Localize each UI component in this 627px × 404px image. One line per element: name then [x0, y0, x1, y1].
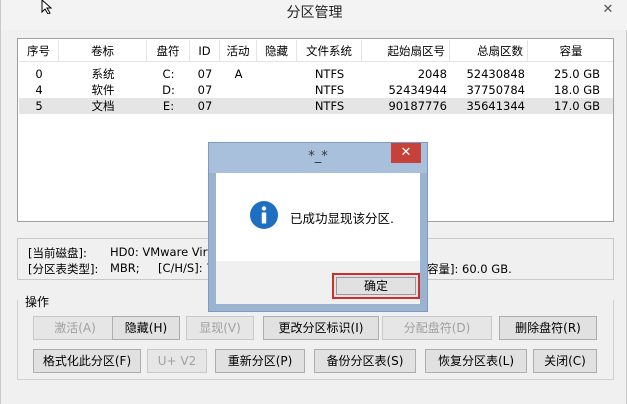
dialog-message: 已成功显现该分区.: [290, 211, 394, 226]
change-partition-id-button[interactable]: 更改分区标识(I): [263, 316, 379, 340]
cell-capacity: 17.0 GB: [553, 99, 600, 113]
dialog-footer: 确定: [216, 261, 420, 304]
cell-drive: D:: [162, 83, 175, 97]
remove-drive-letter-button[interactable]: 删除盘符(R): [499, 316, 597, 340]
show-button[interactable]: 显现(V): [186, 316, 254, 340]
cell-index: 0: [35, 67, 43, 81]
backup-partition-table-button[interactable]: 备份分区表(S): [314, 349, 416, 373]
cell-label: 软件: [91, 83, 115, 97]
table-row-selected[interactable]: 5 文档 E: 07 NTFS 90187776 35641344 17.0 G…: [19, 98, 613, 114]
cell-total-sectors: 52430848: [466, 67, 525, 81]
cell-id: 07: [197, 99, 213, 113]
cell-total-sectors: 37750784: [466, 83, 525, 97]
restore-partition-table-button[interactable]: 恢复分区表(L): [425, 349, 527, 373]
current-disk-label: [当前磁盘]:: [28, 246, 87, 260]
table-row[interactable]: 0 系统 C: 07 A NTFS 2048 52430848 25.0 GB: [19, 66, 613, 82]
cell-drive: C:: [162, 67, 175, 81]
cell-hidden: [257, 66, 297, 82]
dialog-close-icon[interactable]: ✕: [391, 143, 421, 163]
cell-start-sector: 52434944: [388, 83, 447, 97]
mouse-cursor-icon: [41, 0, 53, 14]
col-header-index[interactable]: 序号: [19, 40, 59, 62]
window-title: 分区管理: [286, 5, 343, 21]
cell-drive: E:: [162, 99, 175, 113]
cell-active: A: [234, 67, 243, 81]
cell-filesystem: NTFS: [314, 99, 345, 113]
ok-button[interactable]: 确定: [332, 273, 420, 299]
cell-label: 文档: [91, 99, 115, 113]
table-row[interactable]: 4 软件 D: 07 NTFS 52434944 37750784 18.0 G…: [19, 82, 613, 98]
assign-drive-letter-button[interactable]: 分配盘符(D): [382, 316, 492, 340]
col-header-filesystem[interactable]: 文件系统: [297, 40, 362, 62]
cell-label: 系统: [91, 67, 115, 81]
cell-active: [220, 98, 257, 114]
table-header: 序号 卷标 盘符 ID 活动 隐藏 文件系统 起始扇区号 总扇区数 容量: [19, 40, 613, 62]
partition-manager-window: 分区管理 ✕ 序号 卷标 盘符 ID 活动 隐藏 文件系统 起始扇区号 总扇区数…: [0, 0, 627, 404]
cell-start-sector: 90187776: [388, 99, 447, 113]
cell-capacity: 18.0 GB: [553, 83, 600, 97]
cell-hidden: [257, 98, 297, 114]
disk-capacity-value: 容量]: 60.0 GB.: [427, 262, 512, 276]
partition-table-type-label: [分区表类型]:: [28, 262, 99, 276]
title-bar: 分区管理 ✕: [1, 0, 627, 30]
cell-filesystem: NTFS: [314, 67, 345, 81]
message-dialog: *_* ✕ 已成功显现该分区. 确定: [208, 142, 428, 312]
cell-index: 5: [35, 99, 43, 113]
activate-button[interactable]: 激活(A): [33, 316, 117, 340]
window-close-icon[interactable]: ✕: [600, 2, 616, 18]
col-header-label[interactable]: 卷标: [59, 40, 147, 62]
cell-active: [220, 82, 257, 98]
close-button[interactable]: 关闭(C): [533, 349, 597, 373]
cell-start-sector: 2048: [417, 67, 447, 81]
cell-id: 07: [197, 67, 213, 81]
col-header-capacity[interactable]: 容量: [528, 40, 614, 62]
partition-table-type-value: MBR;: [110, 261, 140, 275]
col-header-id[interactable]: ID: [190, 40, 220, 62]
repartition-button[interactable]: 重新分区(P): [215, 349, 305, 373]
col-header-active[interactable]: 活动: [220, 40, 257, 62]
col-header-drive[interactable]: 盘符: [147, 40, 190, 62]
cell-id: 07: [197, 83, 213, 97]
cell-hidden: [257, 82, 297, 98]
col-header-total-sectors[interactable]: 总扇区数: [450, 40, 528, 62]
format-partition-button[interactable]: 格式化此分区(F): [33, 349, 141, 373]
info-icon: [250, 201, 278, 229]
operations-label: 操作: [25, 295, 50, 309]
cell-filesystem: NTFS: [314, 83, 345, 97]
dialog-body: 已成功显现该分区.: [216, 173, 420, 261]
cell-index: 4: [35, 83, 43, 97]
col-header-hidden[interactable]: 隐藏: [257, 40, 297, 62]
col-header-start-sector[interactable]: 起始扇区号: [362, 40, 450, 62]
hide-button[interactable]: 隐藏(H): [112, 316, 180, 340]
cell-total-sectors: 35641344: [466, 99, 525, 113]
cell-capacity: 25.0 GB: [553, 67, 600, 81]
uplus-v2-button[interactable]: U+ V2: [147, 349, 207, 373]
